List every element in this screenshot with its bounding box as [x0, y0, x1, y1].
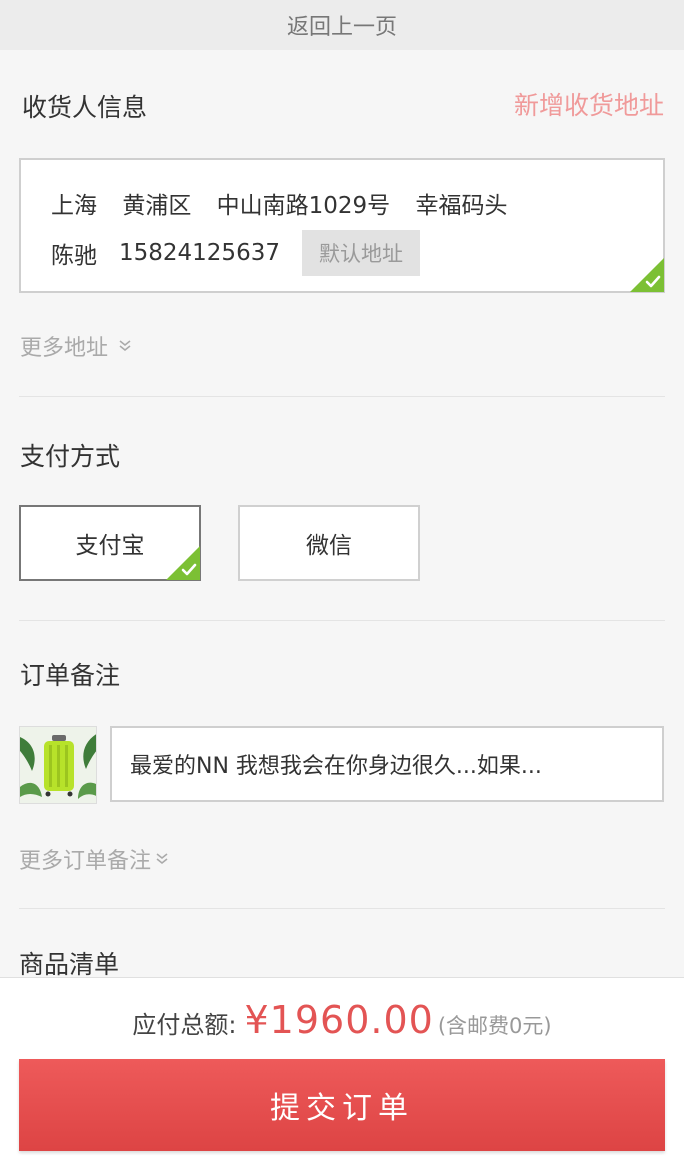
back-button[interactable]: 返回上一页	[0, 0, 684, 50]
check-corner-icon	[166, 546, 200, 580]
suitcase-image	[20, 727, 96, 803]
check-corner-icon	[630, 258, 664, 292]
address-city: 上海	[51, 193, 97, 219]
payment-title: 支付方式	[20, 442, 121, 471]
address-card[interactable]: 上海 黄浦区 中山南路1029号 幸福码头 陈驰 15824125637 默认地…	[19, 158, 665, 293]
back-label: 返回上一页	[286, 15, 397, 40]
address-street: 中山南路1029号	[216, 193, 391, 219]
chevron-double-down-icon	[156, 853, 168, 865]
pay-option-label: 支付宝	[75, 533, 145, 559]
contact-name: 陈驰	[51, 243, 97, 269]
shipping-note: (含邮费0元)	[437, 1014, 552, 1038]
more-remarks-link[interactable]: 更多订单备注	[19, 843, 169, 875]
total-row: 应付总额: ¥1960.00 (含邮费0元)	[0, 998, 684, 1042]
more-addresses-label: 更多地址	[20, 336, 109, 361]
divider	[19, 908, 665, 909]
divider	[19, 396, 665, 397]
consignee-title: 收货人信息	[22, 93, 148, 122]
pay-option-wechat[interactable]: 微信	[238, 505, 420, 581]
submit-order-button[interactable]: 提交订单	[19, 1059, 665, 1151]
pay-option-alipay[interactable]: 支付宝	[19, 505, 201, 581]
checkout-bar: 应付总额: ¥1960.00 (含邮费0元) 提交订单	[0, 977, 684, 1170]
submit-order-label: 提交订单	[270, 1091, 414, 1126]
product-thumbnail	[19, 726, 97, 804]
total-label: 应付总额:	[132, 1011, 237, 1039]
contact-phone: 15824125637	[119, 240, 280, 266]
divider	[19, 620, 665, 621]
contact-line: 陈驰 15824125637 默认地址	[51, 230, 420, 276]
more-addresses-link[interactable]: 更多地址	[20, 330, 132, 362]
address-place: 幸福码头	[415, 193, 508, 219]
address-district: 黄浦区	[122, 193, 192, 219]
order-note-text: 最爱的NN 我想我会在你身边很久...如果...	[130, 754, 542, 779]
more-remarks-label: 更多订单备注	[19, 849, 152, 874]
chevron-double-down-icon	[119, 340, 131, 352]
order-note-input[interactable]: 最爱的NN 我想我会在你身边很久...如果...	[110, 726, 664, 802]
default-address-badge: 默认地址	[301, 230, 420, 276]
goods-list-title: 商品清单	[19, 950, 120, 979]
address-line: 上海 黄浦区 中山南路1029号 幸福码头	[51, 186, 525, 220]
total-amount: ¥1960.00	[244, 998, 434, 1042]
add-address-link[interactable]: 新增收货地址	[514, 86, 664, 122]
remark-title: 订单备注	[20, 661, 121, 690]
pay-option-label: 微信	[306, 533, 352, 559]
